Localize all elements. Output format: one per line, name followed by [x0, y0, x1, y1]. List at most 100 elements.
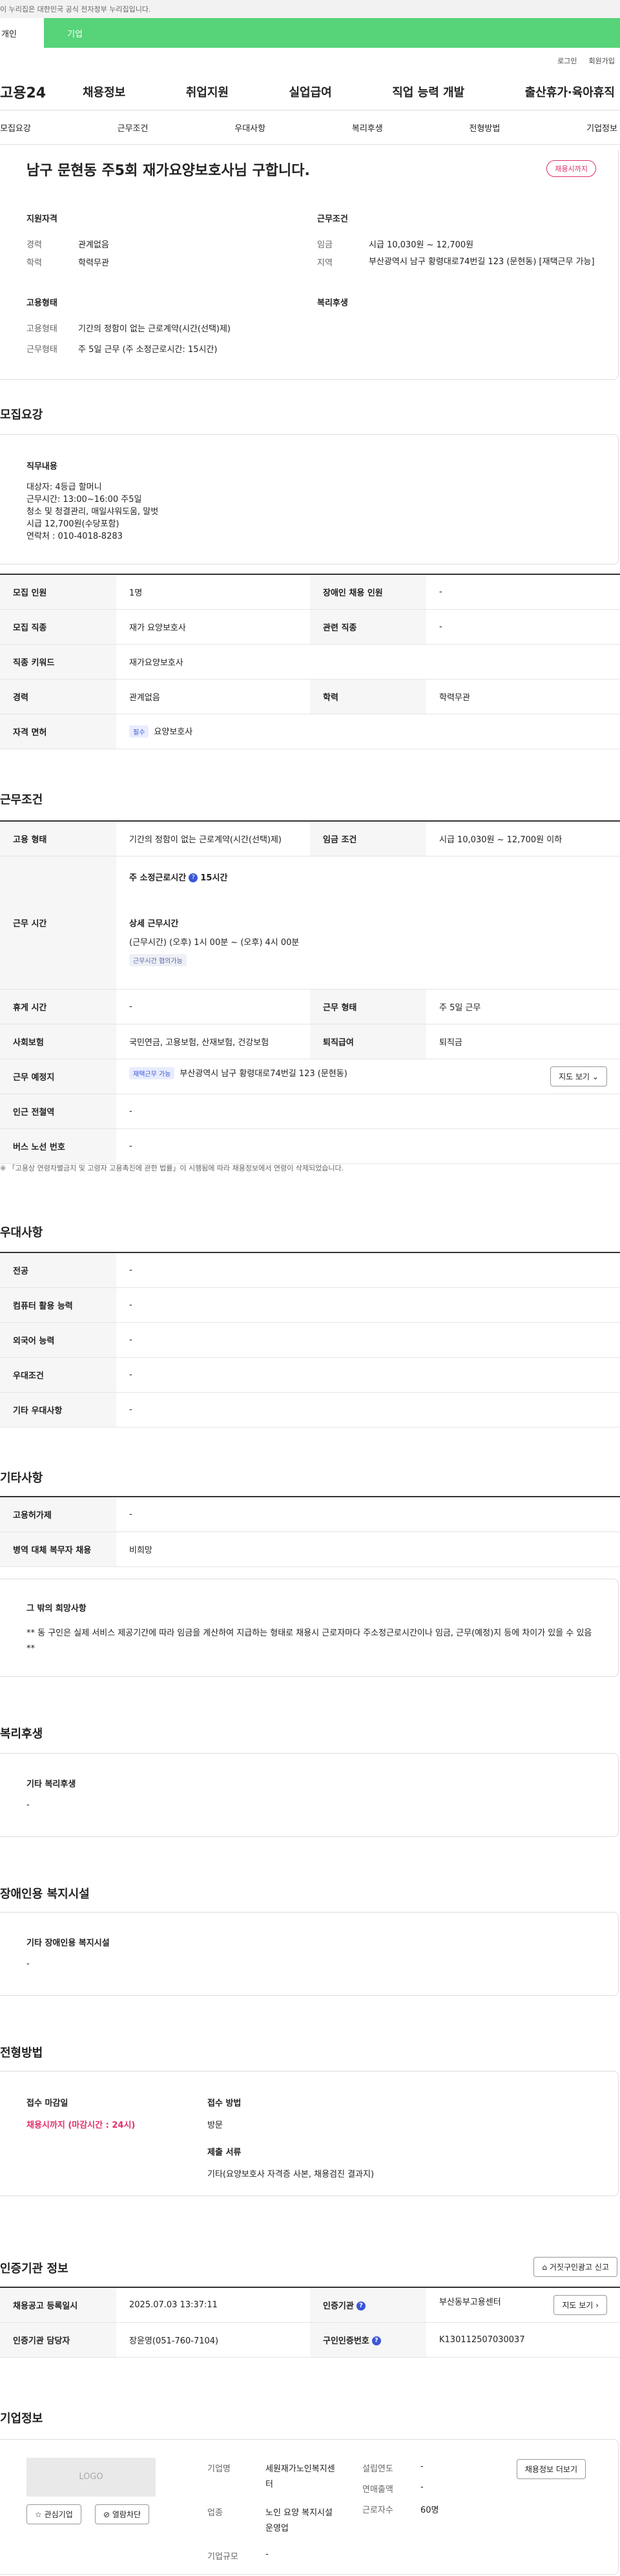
subnav-recruit[interactable]: 모집요강 — [0, 121, 31, 134]
report-fake-ad-button[interactable]: ⌂ 거짓구인광고 신고 — [533, 2257, 617, 2277]
cell-label: 임금 조건 — [310, 820, 426, 857]
help-icon[interactable]: ? — [189, 873, 198, 882]
tab-company[interactable]: 기업 — [44, 18, 620, 48]
cell-value: - — [116, 1392, 620, 1428]
cell-value: - — [116, 1357, 620, 1393]
emp-value-form: 주 5일 근무 (주 소정근로시간: 15시간) — [78, 345, 218, 355]
cell-label: 우대조건 — [0, 1357, 116, 1393]
cert-no-label: 구인인증번호 — [323, 2336, 369, 2346]
cell-label: 직종 키워드 — [0, 644, 116, 680]
agency-table: 채용공고 등록일시 2025.07.03 13:37:11 인증기관? 부산동부… — [0, 2287, 620, 2358]
workplace-cell: 재택근무 가능 부산광역시 남구 황령대로74번길 123 (문현동) 지도 보기… — [116, 1059, 620, 1094]
gnb-parental-leave[interactable]: 출산휴가·육아휴직 — [525, 83, 615, 100]
other-wishes-box: 그 밖의 희망사항 ** 동 구인은 실제 서비스 제공기간에 따라 임금을 계… — [0, 1579, 619, 1677]
gnb-skills-dev[interactable]: 직업 능력 개발 — [392, 83, 464, 100]
subnav-welfare[interactable]: 복리후생 — [352, 121, 383, 134]
section-nav: 모집요강 근무조건 우대사항 복리후생 전형방법 기업정보 — [0, 110, 620, 145]
cond-value-area: 부산광역시 남구 황령대로74번길 123 (문현동) [재택근무 가능] — [369, 257, 595, 267]
cell-value: 재가 요양보호사 — [116, 609, 310, 645]
subnav-pref[interactable]: 우대사항 — [234, 121, 265, 134]
other-wishes-title: 그 밖의 희망사항 — [26, 1604, 87, 1614]
cell-value: - — [116, 1128, 620, 1164]
chevron-down-icon: ⌄ — [592, 1072, 599, 1081]
std-hours-value: 15시간 — [200, 873, 228, 883]
subnav-work[interactable]: 근무조건 — [118, 121, 149, 134]
company-year-value: - — [420, 2462, 424, 2471]
help-icon[interactable]: ? — [356, 2301, 366, 2311]
favorite-company-button[interactable]: ☆ 관심기업 — [26, 2504, 81, 2524]
remote-chip: 재택근무 가능 — [129, 1066, 175, 1079]
map-button[interactable]: 지도 보기 ⌄ — [550, 1066, 607, 1086]
agency-section-title: 인증기관 정보 — [0, 2262, 68, 2276]
emp-label-form: 근무형태 — [26, 345, 57, 355]
cell-value: 퇴직금 — [426, 1024, 620, 1059]
work-table: 고용 형태 기간의 정함이 없는 근로계약(시간(선택)제) 임금 조건 시급 … — [0, 820, 620, 1164]
subnav-company[interactable]: 기업정보 — [586, 121, 617, 134]
company-biz-label: 업종 — [207, 2508, 223, 2518]
gov-banner: 이 누리집은 대한민국 공식 전자정부 누리집입니다. — [0, 0, 620, 18]
company-biz-value: 노인 요양 복지시설 운영업 — [265, 2508, 333, 2533]
cell-value: - — [116, 1094, 620, 1129]
company-name-label: 기업명 — [207, 2464, 231, 2474]
cell-label: 학력 — [310, 679, 426, 714]
cell-label: 기타 우대사항 — [0, 1392, 116, 1428]
cell-label: 휴게 시간 — [0, 989, 116, 1024]
workplace-value: 부산광역시 남구 황령대로74번길 123 (문현동) — [180, 1068, 347, 1079]
deadline-title: 접수 마감일 — [26, 2099, 68, 2108]
map-button-label: 지도 보기 — [562, 2300, 594, 2310]
work-section-title: 근무조건 — [0, 793, 43, 807]
duty-line: 시급 12,700원(수당포함) — [26, 519, 119, 529]
agency-map-button[interactable]: 지도 보기 › — [553, 2294, 607, 2315]
org-value: 부산동부고용센터 — [439, 2297, 501, 2307]
required-chip: 필수 — [129, 725, 149, 738]
cell-label: 근무 시간 — [0, 856, 116, 990]
deadline-badge: 채용시까지 — [546, 160, 596, 177]
cell-value: - — [116, 1496, 620, 1532]
cell-value: 재가요양보호사 — [116, 644, 620, 680]
disabled-section-title: 장애인용 복지시설 — [0, 1887, 90, 1901]
cell-label: 고용 형태 — [0, 820, 116, 857]
method-value: 방문 — [207, 2121, 223, 2130]
work-time-cell: 주 소정근로시간? 15시간 상세 근무시간 (근무시간) (오후) 1시 00… — [116, 856, 620, 990]
cell-value: K130112507030037 — [426, 2322, 620, 2358]
top-tabs: 개인 기업 — [0, 18, 620, 48]
docs-title: 제출 서류 — [207, 2148, 242, 2157]
cell-value: 2025.07.03 13:37:11 — [116, 2287, 310, 2323]
cell-value: - — [426, 574, 620, 610]
gnb-job-info[interactable]: 채용정보 — [83, 83, 125, 100]
welfare-box-value: - — [26, 1800, 30, 1810]
welfare-section-title: 복리후생 — [0, 1727, 43, 1741]
company-emp-value: 60명 — [420, 2506, 439, 2515]
duty-title: 직무내용 — [26, 462, 57, 472]
block-view-button[interactable]: ⊘ 열람차단 — [95, 2504, 150, 2524]
favorite-label: 관심기업 — [44, 2510, 73, 2519]
job-title: 남구 문현동 주5회 재가요양보호사님 구합니다. — [26, 163, 310, 179]
company-jobs-button[interactable]: 채용정보 더보기 — [516, 2459, 586, 2479]
site-logo[interactable]: 고용24 — [0, 81, 83, 102]
block-icon: ⊘ — [103, 2510, 110, 2519]
gnb-unemployment-benefit[interactable]: 실업급여 — [289, 83, 332, 100]
company-logo: LOGO — [26, 2458, 156, 2497]
tab-personal[interactable]: 개인 — [0, 18, 44, 48]
cell-value: 기간의 정함이 없는 근로계약(시간(선택)제) — [116, 820, 310, 857]
cell-label: 버스 노선 번호 — [0, 1128, 116, 1164]
subnav-selection[interactable]: 전형방법 — [470, 121, 501, 134]
block-label: 열람차단 — [112, 2510, 141, 2519]
cell-label: 자격 면허 — [0, 714, 116, 749]
method-title: 접수 방법 — [207, 2099, 242, 2108]
cell-label: 근무 형태 — [310, 989, 426, 1024]
disabled-box-value: - — [26, 1959, 30, 1969]
help-icon[interactable]: ? — [371, 2336, 381, 2345]
cell-label: 경력 — [0, 679, 116, 714]
cell-value: 주 5일 근무 — [426, 989, 620, 1024]
cell-label: 컴퓨터 활용 능력 — [0, 1287, 116, 1323]
cell-label: 모집 인원 — [0, 574, 116, 610]
etc-table: 고용허가제 - 병역 대체 복무자 채용 비희망 — [0, 1496, 620, 1567]
login-link[interactable]: 로그인 — [557, 56, 577, 66]
signup-link[interactable]: 회원가입 — [589, 56, 615, 66]
gnb-employment-support[interactable]: 취업지원 — [186, 83, 229, 100]
cell-label: 전공 — [0, 1252, 116, 1288]
cell-value: 시급 10,030원 ~ 12,700원 이하 — [426, 820, 620, 857]
pref-section-title: 우대사항 — [0, 1226, 43, 1240]
cell-value: - — [116, 1322, 620, 1358]
